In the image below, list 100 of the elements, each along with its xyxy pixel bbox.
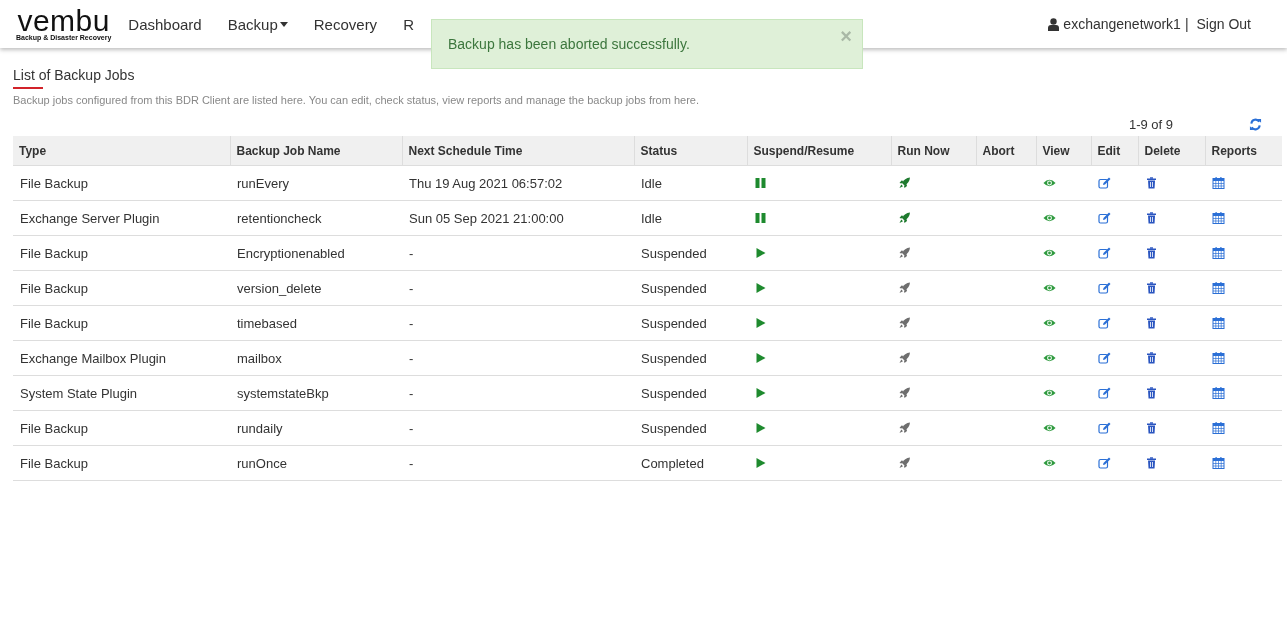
- table-cell: Completed: [634, 445, 747, 481]
- table-cell: Suspended: [634, 410, 747, 446]
- eye-icon[interactable]: [1043, 457, 1056, 469]
- edit-icon[interactable]: [1098, 177, 1111, 189]
- table-cell: Suspended: [634, 235, 747, 271]
- calendar-icon[interactable]: [1212, 317, 1225, 329]
- calendar-icon[interactable]: [1212, 212, 1225, 224]
- trash-icon[interactable]: [1145, 177, 1158, 189]
- trash-icon[interactable]: [1145, 317, 1158, 329]
- nav-link[interactable]: Recovery: [300, 15, 391, 33]
- table-cell: -: [402, 410, 634, 446]
- rocket-icon[interactable]: [898, 422, 911, 434]
- table-cell: version_delete: [230, 270, 402, 306]
- table-cell: File Backup: [13, 165, 230, 201]
- eye-icon[interactable]: [1043, 247, 1056, 259]
- play-icon[interactable]: [754, 282, 767, 294]
- eye-icon[interactable]: [1043, 177, 1056, 189]
- separator-text: |: [1184, 16, 1189, 32]
- table-cell: Suspended: [634, 340, 747, 376]
- play-icon[interactable]: [754, 352, 767, 364]
- rocket-icon[interactable]: [898, 387, 911, 399]
- sign-out-link[interactable]: Sign Out: [1196, 16, 1251, 32]
- column-header: Abort: [976, 136, 1036, 166]
- edit-icon[interactable]: [1098, 457, 1111, 469]
- pagination-text: 1-9 of 9: [1128, 116, 1173, 132]
- calendar-icon[interactable]: [1212, 387, 1225, 399]
- calendar-icon[interactable]: [1212, 457, 1225, 469]
- trash-icon[interactable]: [1145, 282, 1158, 294]
- table-cell: Idle: [634, 165, 747, 201]
- nav-link[interactable]: R: [390, 15, 427, 33]
- play-icon[interactable]: [754, 317, 767, 329]
- play-icon[interactable]: [754, 387, 767, 399]
- table-cell: -: [402, 445, 634, 481]
- trash-icon[interactable]: [1145, 387, 1158, 399]
- trash-icon[interactable]: [1145, 422, 1158, 434]
- trash-icon[interactable]: [1145, 247, 1158, 259]
- logo-wordmark: vembu: [17, 7, 110, 34]
- table-cell: -: [402, 270, 634, 306]
- edit-icon[interactable]: [1098, 422, 1111, 434]
- table-cell: Suspended: [634, 375, 747, 411]
- username: exchangenetwork1: [1063, 16, 1181, 32]
- table-cell: Exchange Server Plugin: [13, 200, 230, 236]
- table-cell: systemstateBkp: [230, 375, 402, 411]
- nav-link[interactable]: Backup: [214, 15, 301, 33]
- calendar-icon[interactable]: [1212, 247, 1225, 259]
- nav-link[interactable]: Dashboard: [115, 15, 215, 33]
- toast-message: Backup has been aborted successfully.: [448, 36, 690, 52]
- column-header: Delete: [1138, 136, 1205, 166]
- edit-icon[interactable]: [1098, 387, 1111, 399]
- eye-icon[interactable]: [1043, 317, 1056, 329]
- rocket-icon[interactable]: [898, 457, 911, 469]
- column-header: Backup Job Name: [230, 136, 402, 166]
- table-cell: System State Plugin: [13, 375, 230, 411]
- column-header: Type: [13, 136, 230, 166]
- edit-icon[interactable]: [1098, 317, 1111, 329]
- rocket-icon[interactable]: [898, 177, 911, 189]
- table-cell: -: [402, 235, 634, 271]
- table-cell: Suspended: [634, 270, 747, 306]
- trash-icon[interactable]: [1145, 212, 1158, 224]
- table-cell: retentioncheck: [230, 200, 402, 236]
- table-cell: Encryptionenabled: [230, 235, 402, 271]
- eye-icon[interactable]: [1043, 212, 1056, 224]
- edit-icon[interactable]: [1098, 247, 1111, 259]
- rocket-icon[interactable]: [898, 212, 911, 224]
- trash-icon[interactable]: [1145, 352, 1158, 364]
- table-cell: -: [402, 375, 634, 411]
- eye-icon[interactable]: [1043, 352, 1056, 364]
- rocket-icon[interactable]: [898, 317, 911, 329]
- calendar-icon[interactable]: [1212, 177, 1225, 189]
- edit-icon[interactable]: [1098, 352, 1111, 364]
- eye-icon[interactable]: [1043, 282, 1056, 294]
- calendar-icon[interactable]: [1212, 352, 1225, 364]
- page-description: Backup jobs configured from this BDR Client are listed here. You can edit, check status, view reports and manage the backup jobs from here.: [13, 94, 701, 106]
- column-header: Next Schedule Time: [402, 136, 634, 166]
- eye-icon[interactable]: [1043, 387, 1056, 399]
- table-cell: Sun 05 Sep 2021 21:00:00: [402, 200, 634, 236]
- pause-icon[interactable]: [754, 212, 767, 224]
- table-cell: -: [402, 305, 634, 341]
- calendar-icon[interactable]: [1212, 282, 1225, 294]
- table-cell: File Backup: [13, 445, 230, 481]
- table-cell: runEvery: [230, 165, 402, 201]
- rocket-icon[interactable]: [898, 282, 911, 294]
- column-header: Status: [634, 136, 747, 166]
- table-cell: -: [402, 340, 634, 376]
- refresh-icon[interactable]: [1249, 117, 1262, 131]
- table-cell: Thu 19 Aug 2021 06:57:02: [402, 165, 634, 201]
- calendar-icon[interactable]: [1212, 422, 1225, 434]
- trash-icon[interactable]: [1145, 457, 1158, 469]
- rocket-icon[interactable]: [898, 247, 911, 259]
- play-icon[interactable]: [754, 422, 767, 434]
- play-icon[interactable]: [754, 457, 767, 469]
- pause-icon[interactable]: [754, 177, 767, 189]
- edit-icon[interactable]: [1098, 212, 1111, 224]
- play-icon[interactable]: [754, 247, 767, 259]
- user-icon: [1048, 17, 1060, 31]
- rocket-icon[interactable]: [898, 352, 911, 364]
- table-cell: Idle: [634, 200, 747, 236]
- eye-icon[interactable]: [1043, 422, 1056, 434]
- edit-icon[interactable]: [1098, 282, 1111, 294]
- column-header: View: [1036, 136, 1091, 166]
